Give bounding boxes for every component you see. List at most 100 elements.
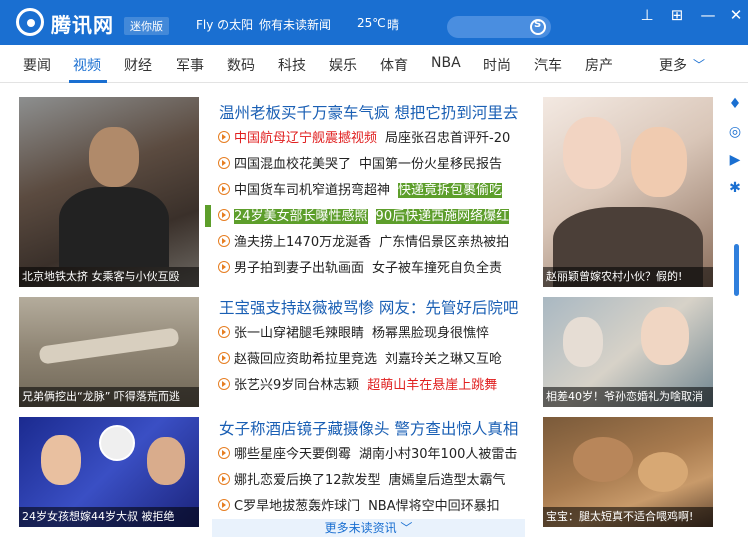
thumbnail-caption: 24岁女孩想嫁44岁大叔 被拒绝 <box>19 507 199 527</box>
play-icon <box>218 131 230 143</box>
thumbnail-caption: 宝宝：腿太短真不适合喂鸡啊! <box>543 507 713 527</box>
video-thumbnail[interactable]: 兄弟俩挖出“龙脉” 吓得落荒而逃 <box>19 297 199 407</box>
tencent-icon[interactable]: ◎ <box>727 124 743 140</box>
video-thumbnail[interactable]: 赵丽颖曾嫁农村小伙？假的! <box>543 97 713 287</box>
news-link[interactable]: 张艺兴9岁同台林志颖 <box>234 378 359 393</box>
mini-edition-badge: 迷你版 <box>124 17 169 35</box>
thumbnail-caption: 赵丽颖曾嫁农村小伙？假的! <box>543 267 713 287</box>
headline[interactable]: 温州老板买千万豪车气疯 想把它扔到河里去 <box>219 101 518 123</box>
video-thumbnail[interactable]: 相差40岁！爷孙恋婚礼为啥取消 <box>543 297 713 407</box>
news-link[interactable]: 局座张召忠首评歼-20 <box>385 131 510 146</box>
news-link-selected[interactable]: 90后快递西施网络爆红 <box>375 209 510 224</box>
news-link-selected[interactable]: 24岁美女部长曝性感照 <box>234 209 368 224</box>
news-link[interactable]: 杨幂黑脸现身很憔悴 <box>372 326 489 341</box>
play-icon <box>218 183 230 195</box>
search-icon[interactable] <box>530 19 546 35</box>
list-item: C罗旱地拔葱轰炸球门 NBA悍将空中回环暴扣 <box>218 497 500 517</box>
list-item: 男子拍到妻子出轨画面 女子被车撞死自负全责 <box>218 259 502 279</box>
close-icon[interactable]: ✕ <box>727 6 745 24</box>
news-link[interactable]: 男子拍到妻子出轨画面 <box>234 261 364 276</box>
title-bar: 腾讯网 迷你版 Fly の太阳 你有未读新闻 25℃ 晴 ⊥ ⊞ — ✕ <box>0 0 748 45</box>
list-item: 张一山穿裙腿毛辣眼睛 杨幂黑脸现身很憔悴 <box>218 324 489 344</box>
selection-highlight <box>205 205 211 227</box>
list-item: 四国混血校花美哭了 中国第一份火星移民报告 <box>218 155 502 175</box>
list-item: 渔夫捞上1470万龙涎香 广东情侣景区亲热被拍 <box>218 233 509 253</box>
list-item: 娜扎恋爱后换了12款发型 唐嫣皇后造型太霸气 <box>218 471 506 491</box>
tab-house[interactable]: 房产 <box>585 55 613 75</box>
category-nav: 要闻 视频 财经 军事 数码 科技 娱乐 体育 NBA 时尚 汽车 房产 更多 … <box>0 45 748 83</box>
play-icon <box>218 235 230 247</box>
more-news-label: 更多未读资讯 <box>324 521 397 535</box>
play-icon <box>218 157 230 169</box>
play-icon <box>218 261 230 273</box>
headline[interactable]: 王宝强支持赵薇被骂惨 网友：先管好后院吧 <box>219 296 518 318</box>
play-icon <box>218 352 230 364</box>
list-item: 24岁美女部长曝性感照 90后快递西施网络爆红 <box>218 207 510 227</box>
list-item: 中国航母辽宁舰震撼视频 局座张召忠首评歼-20 <box>218 129 510 149</box>
list-item: 哪些星座今天要倒霉 湖南小村30年100人被雷击 <box>218 445 517 465</box>
maximize-icon[interactable]: ⊞ <box>668 6 686 24</box>
news-link[interactable]: 超萌山羊在悬崖上跳舞 <box>367 378 497 393</box>
news-link[interactable]: 赵薇回应资助希拉里竞选 <box>234 352 377 367</box>
news-link-selected[interactable]: 快递竟拆包裹偷吃 <box>398 183 503 198</box>
tab-tech[interactable]: 科技 <box>278 55 306 75</box>
more-tabs-button[interactable]: 更多 <box>659 55 687 75</box>
tab-news[interactable]: 要闻 <box>23 55 51 75</box>
news-link[interactable]: 刘嘉玲关之琳又互呛 <box>385 352 502 367</box>
weather-condition: 晴 <box>387 18 400 32</box>
tab-fashion[interactable]: 时尚 <box>483 55 511 75</box>
news-link[interactable]: 张一山穿裙腿毛辣眼睛 <box>234 326 364 341</box>
news-link[interactable]: 广东情侣景区亲热被拍 <box>379 235 509 250</box>
thumbnail-caption: 相差40岁！爷孙恋婚礼为啥取消 <box>543 387 713 407</box>
pin-icon[interactable]: ⊥ <box>638 6 656 24</box>
play-icon <box>218 447 230 459</box>
shield-icon[interactable]: ♦ <box>727 96 743 112</box>
video-thumbnail[interactable]: 24岁女孩想嫁44岁大叔 被拒绝 <box>19 417 199 527</box>
headline[interactable]: 女子称酒店镜子藏摄像头 警方查出惊人真相 <box>219 417 518 439</box>
list-item: 中国货车司机窄道拐弯超神 快递竟拆包裹偷吃 <box>218 181 503 201</box>
news-link[interactable]: 哪些星座今天要倒霉 <box>234 447 351 462</box>
play-icon <box>218 378 230 390</box>
news-link[interactable]: 唐嫣皇后造型太霸气 <box>389 473 506 488</box>
settings-icon[interactable]: ✱ <box>727 180 743 196</box>
list-item: 赵薇回应资助希拉里竞选 刘嘉玲关之琳又互呛 <box>218 350 502 370</box>
scrollbar[interactable] <box>734 244 739 296</box>
news-link[interactable]: 女子被车撞死自负全责 <box>372 261 502 276</box>
tab-military[interactable]: 军事 <box>176 55 204 75</box>
active-tab-indicator <box>69 80 107 83</box>
play-icon <box>218 209 230 221</box>
tab-nba[interactable]: NBA <box>431 55 461 71</box>
tab-video[interactable]: 视频 <box>73 55 101 75</box>
news-link[interactable]: 湖南小村30年100人被雷击 <box>359 447 517 462</box>
tab-ent[interactable]: 娱乐 <box>329 55 357 75</box>
news-link[interactable]: 中国航母辽宁舰震撼视频 <box>234 131 377 146</box>
video-thumbnail[interactable]: 北京地铁太挤 女乘客与小伙互殴 <box>19 97 199 287</box>
minimize-icon[interactable]: — <box>699 6 717 24</box>
play-icon <box>218 499 230 511</box>
news-link[interactable]: C罗旱地拔葱轰炸球门 <box>234 499 360 514</box>
play-icon <box>218 473 230 485</box>
news-link[interactable]: 四国混血校花美哭了 <box>234 157 351 172</box>
news-link[interactable]: NBA悍将空中回环暴扣 <box>368 499 500 514</box>
brand-title: 腾讯网 <box>51 13 114 37</box>
chevron-down-icon[interactable]: ﹀ <box>693 56 705 73</box>
more-news-button[interactable]: 更多未读资讯 ﹀ <box>212 519 525 537</box>
play-icon <box>218 326 230 338</box>
user-name[interactable]: Fly の太阳 <box>196 16 253 33</box>
search-input[interactable] <box>447 16 551 38</box>
tab-sports[interactable]: 体育 <box>380 55 408 75</box>
thumbnail-caption: 兄弟俩挖出“龙脉” 吓得落荒而逃 <box>19 387 199 407</box>
play-icon[interactable]: ▶ <box>727 152 743 168</box>
video-thumbnail[interactable]: 宝宝：腿太短真不适合喂鸡啊! <box>543 417 713 527</box>
tab-auto[interactable]: 汽车 <box>534 55 562 75</box>
news-link[interactable]: 中国第一份火星移民报告 <box>359 157 502 172</box>
unread-news-notice[interactable]: 你有未读新闻 <box>259 16 331 33</box>
list-item: 张艺兴9岁同台林志颖 超萌山羊在悬崖上跳舞 <box>218 376 497 396</box>
news-link[interactable]: 娜扎恋爱后换了12款发型 <box>234 473 381 488</box>
news-link[interactable]: 渔夫捞上1470万龙涎香 <box>234 235 371 250</box>
tab-digital[interactable]: 数码 <box>227 55 255 75</box>
thumbnail-caption: 北京地铁太挤 女乘客与小伙互殴 <box>19 267 199 287</box>
tab-finance[interactable]: 财经 <box>124 55 152 75</box>
chevron-down-icon: ﹀ <box>400 521 413 535</box>
news-link[interactable]: 中国货车司机窄道拐弯超神 <box>234 183 390 198</box>
